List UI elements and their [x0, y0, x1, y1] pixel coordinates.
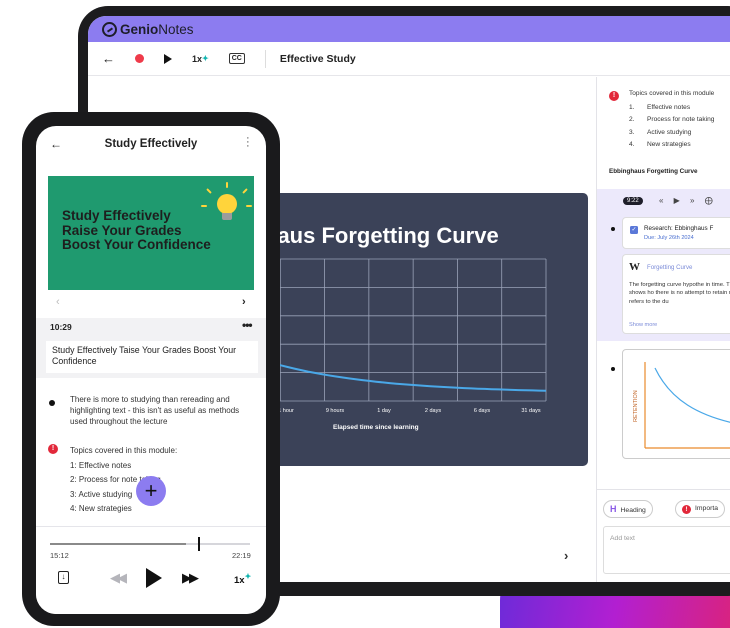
add-text-input[interactable]: Add text [603, 526, 730, 574]
bullet-icon [49, 400, 55, 406]
x-tick-label: 6 days [474, 408, 490, 414]
graph-axis-label: RETENTION [633, 390, 639, 422]
wiki-title[interactable]: Forgetting Curve [647, 264, 692, 271]
x-axis-labels: 1 hour 9 hours 1 day 2 days 6 days 31 days [278, 408, 541, 414]
note-block[interactable]: 10:29 ••• Study Effectively Taise Your G… [36, 318, 266, 378]
wiki-card[interactable]: W Forgetting Curve The forgetting curve … [622, 254, 730, 334]
bullet-text: There is more to studying than rereading… [70, 395, 240, 426]
mini-playback-controls[interactable]: « ▶ » ⨁ [659, 196, 717, 205]
graph-curve [654, 367, 730, 423]
phone-header: ← Study Effectively · · · [36, 126, 266, 164]
heading-icon: H [610, 504, 617, 514]
playback-speed-button[interactable]: 1x✦ [192, 54, 209, 64]
bullet-icon [611, 227, 615, 231]
x-tick-label: 9 hours [326, 408, 345, 414]
slide-title: haus Forgetting Curve [264, 223, 499, 248]
graph-thumbnail[interactable]: RETENTION [622, 349, 730, 459]
light-ray [246, 205, 252, 207]
task-due-date: Due: July 26th 2024 [644, 235, 694, 241]
next-slide-chevron-icon[interactable]: › [564, 548, 568, 563]
x-tick-label: 1 hour [278, 408, 294, 414]
carousel-nav: ‹ › [36, 292, 266, 314]
page-title: Study Effectively [104, 138, 198, 150]
marketing-composite: GenioNotes ← 1x ✦ CC Effective Study ! To… [0, 0, 730, 628]
toolbar-divider [264, 49, 266, 68]
back-arrow-icon[interactable]: ← [102, 51, 115, 66]
elapsed-time: 15:12 [50, 551, 69, 560]
light-ray [201, 205, 207, 207]
graph-thumbnail-svg [644, 362, 730, 449]
more-options-icon[interactable]: · · · [246, 133, 250, 152]
total-time: 22:19 [232, 551, 251, 560]
timestamp-badge[interactable]: 9:22 [623, 197, 643, 205]
document-title: Effective Study [279, 52, 356, 65]
list-item: 2. Process for note taking [629, 116, 715, 124]
list-item: 1. Effective notes [629, 104, 691, 111]
banner-text: Study Effectively Raise Your Grades Boos… [62, 208, 211, 252]
light-ray [226, 182, 228, 188]
x-tick-label: 2 days [425, 408, 441, 414]
sparkle-icon: ✦ [202, 54, 209, 63]
list-item: 1: Effective notes [70, 460, 132, 470]
x-tick-label: 1 day [377, 408, 391, 414]
genio-logo-icon [102, 21, 117, 37]
playback-speed-button[interactable]: 1x✦ [234, 572, 251, 586]
progress-fill [50, 543, 186, 545]
list-item: 4: New strategies [70, 504, 132, 513]
rewind-icon[interactable]: ◀◀ [110, 570, 127, 586]
editor-toolbar: H Heading ! Importa Add text [597, 489, 730, 582]
x-axis-title: Elapsed time since learning [333, 424, 419, 431]
captions-button[interactable]: CC [228, 53, 245, 64]
lightbulb-base [222, 213, 232, 220]
fast-forward-icon[interactable]: ▶▶ [182, 570, 199, 586]
progress-slider[interactable] [50, 537, 250, 551]
audio-player: 15:12 22:19 ↓ ◀◀ ▶▶ 1x✦ [36, 526, 266, 614]
add-note-button[interactable]: + [136, 476, 166, 506]
note-card[interactable]: Study Effectively Taise Your Grades Boos… [46, 341, 258, 373]
next-chevron-icon[interactable]: › [242, 296, 246, 308]
topics-intro: Topics covered in this module: [70, 446, 178, 455]
note-text: Study Effectively Taise Your Grades Boos… [52, 345, 237, 366]
task-title: Research: Ebbinghaus F [644, 225, 714, 232]
topics-list: 1. Effective notes 2. Process for note tak… [629, 102, 714, 151]
bullet-icon [611, 367, 615, 371]
alert-icon: ! [48, 444, 58, 454]
section-heading: Ebbinghaus Forgetting Curve [609, 168, 698, 175]
alert-icon: ! [682, 505, 691, 514]
lightbulb-icon [217, 194, 237, 214]
download-icon[interactable]: ↓ [58, 571, 69, 584]
x-tick-label: 31 days [521, 408, 541, 414]
wikipedia-icon: W [629, 261, 640, 273]
phone-screen: ← Study Effectively · · · Study Effectivel… [36, 126, 266, 614]
note-options-icon[interactable]: ••• [242, 318, 253, 332]
progress-thumb[interactable] [198, 537, 200, 551]
sparkle-icon: ✦ [244, 572, 252, 581]
note-timestamp: 10:29 [50, 322, 72, 332]
alert-icon: ! [609, 91, 619, 101]
heading-chip[interactable]: H Heading [603, 500, 653, 518]
important-chip[interactable]: ! Importa [675, 500, 726, 518]
record-button[interactable] [135, 54, 144, 63]
topics-intro: Topics covered in this module [629, 90, 715, 97]
list-item: 4. New strategies [629, 140, 691, 148]
toolbar: ← 1x ✦ CC Effective Study [88, 42, 730, 76]
play-button[interactable] [164, 53, 172, 64]
play-icon [164, 53, 172, 64]
task-card[interactable]: ✓ Research: Ebbinghaus F Due: July 26th … [622, 217, 730, 249]
light-ray [206, 188, 212, 194]
course-banner: Study Effectively Raise Your Grades Boos… [48, 176, 254, 290]
list-item: 3. Active studying [629, 128, 692, 136]
app-titlebar: GenioNotes [88, 16, 730, 42]
app-brand: GenioNotes [120, 21, 194, 37]
wiki-excerpt: The forgetting curve hypothe in time. Th… [629, 282, 730, 305]
notes-panel: ! Topics covered in this module 1. Effect… [596, 77, 730, 582]
play-button[interactable] [146, 568, 162, 588]
show-more-link[interactable]: Show more [629, 322, 657, 328]
checkbox-icon[interactable]: ✓ [630, 226, 638, 234]
light-ray [242, 188, 248, 194]
record-dot-icon [135, 54, 144, 63]
previous-chevron-icon[interactable]: ‹ [56, 296, 60, 308]
